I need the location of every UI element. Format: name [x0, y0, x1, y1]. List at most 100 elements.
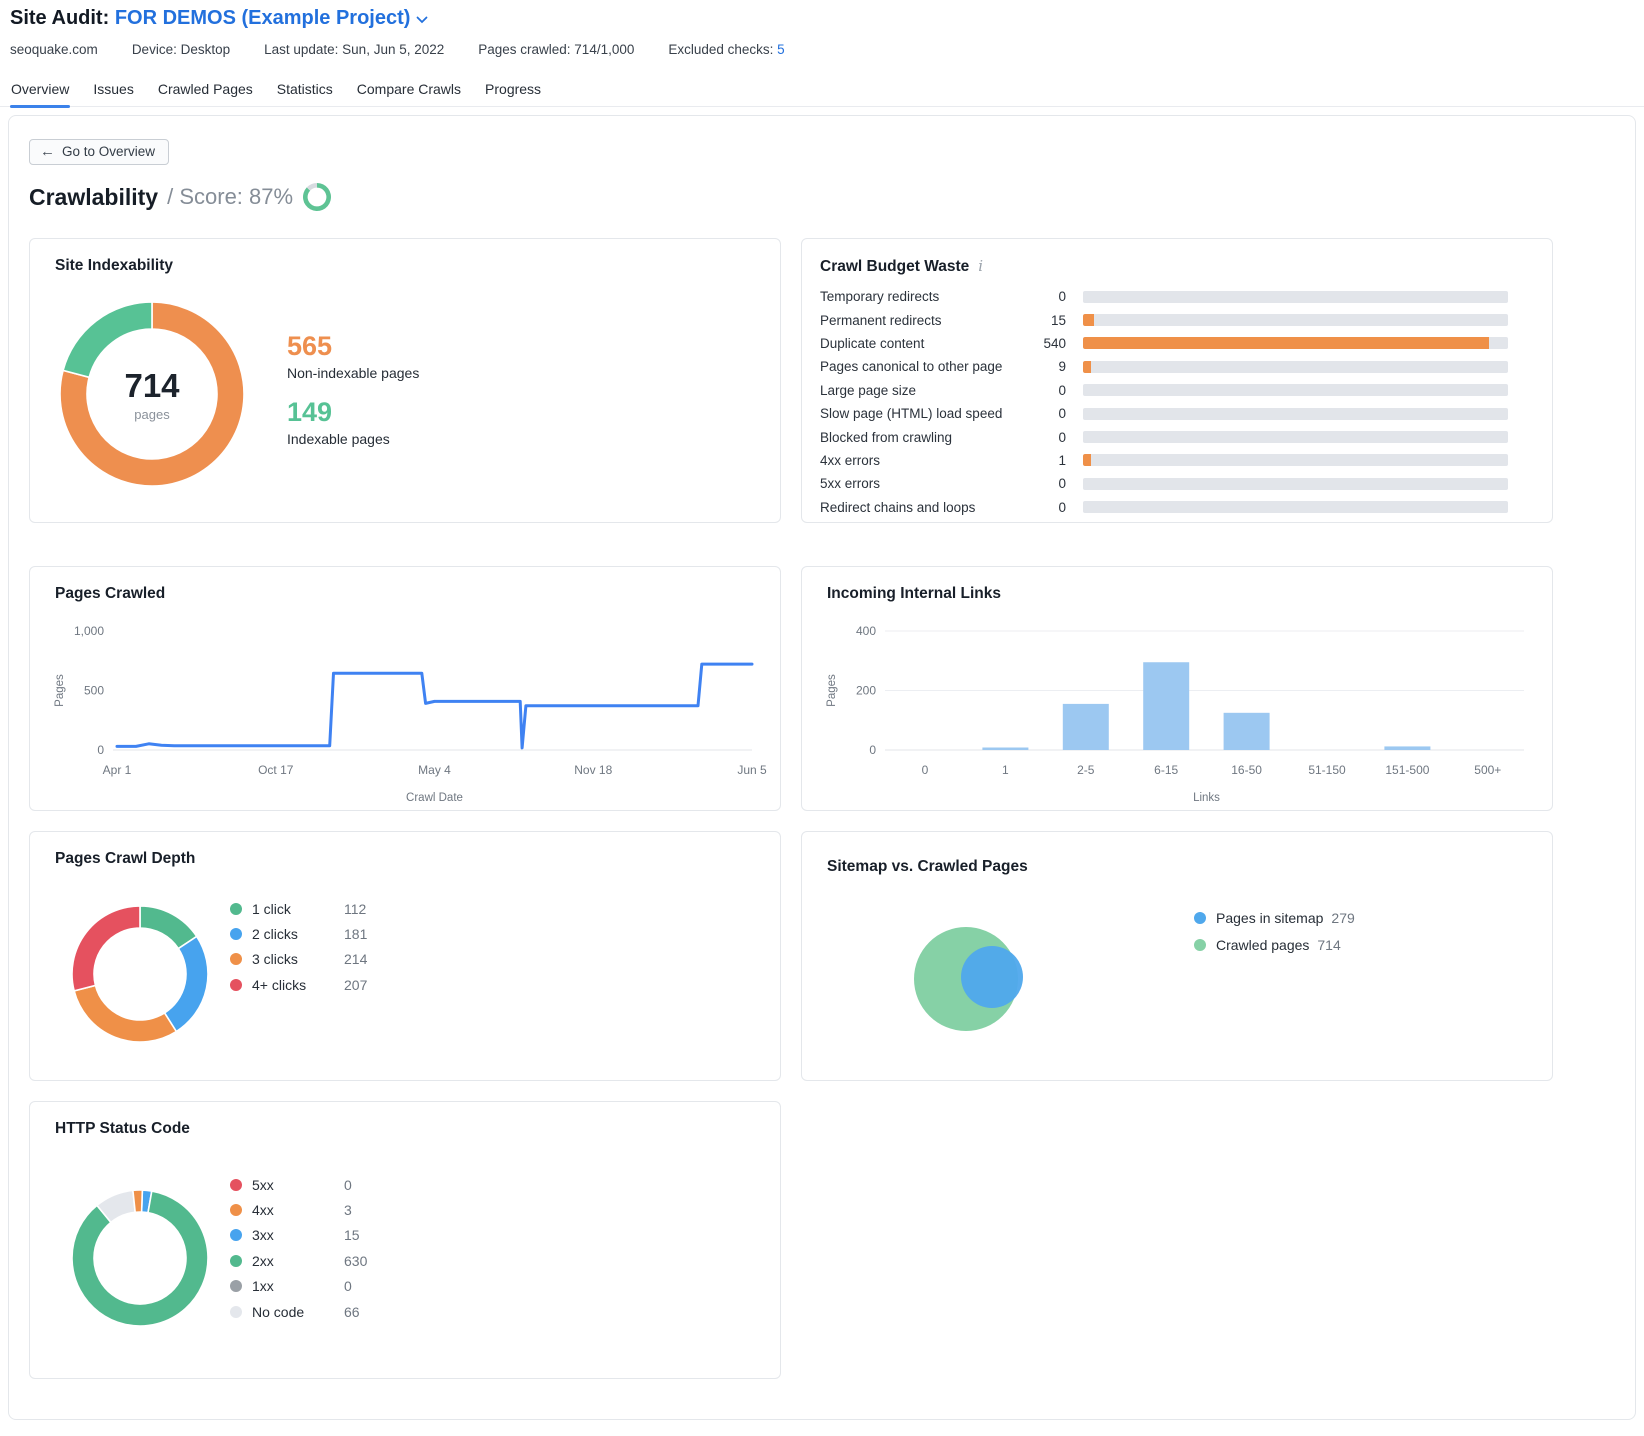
non-indexable-count[interactable]: 565: [287, 331, 419, 362]
score-label: / Score: 87%: [167, 184, 293, 210]
excluded-checks-link[interactable]: 5: [777, 42, 785, 57]
budget-row-label[interactable]: 4xx errors: [820, 453, 1020, 468]
donut-segment-2-clicks: [165, 936, 208, 1031]
budget-row: Blocked from crawling0: [820, 425, 1508, 448]
tab-crawled-pages[interactable]: Crawled Pages: [157, 76, 254, 106]
budget-row: 4xx errors1: [820, 449, 1508, 472]
donut-segment-4+-clicks: [72, 906, 140, 991]
budget-row-value: 0: [1020, 383, 1066, 398]
budget-row-value: 540: [1020, 336, 1066, 351]
budget-row-bar-fill: [1083, 337, 1489, 349]
legend-item-5xx[interactable]: 5xx0: [230, 1172, 367, 1197]
legend-item-value: 0: [344, 1177, 352, 1193]
meta-item-0: seoquake.com: [10, 42, 98, 57]
tab-bar: Overview Issues Crawled Pages Statistics Com…: [0, 76, 1644, 107]
svg-text:500: 500: [84, 684, 104, 698]
legend-item-4+-clicks[interactable]: 4+ clicks207: [230, 972, 367, 997]
legend-item-3-clicks[interactable]: 3 clicks214: [230, 947, 367, 972]
go-to-overview-button[interactable]: ← Go to Overview: [29, 139, 169, 165]
budget-row-label[interactable]: Redirect chains and loops: [820, 500, 1020, 515]
venn-pages-in-sitemap-circle: [961, 946, 1023, 1008]
budget-row-label[interactable]: Large page size: [820, 383, 1020, 398]
app-title: Site Audit: FOR DEMOS (Example Project): [10, 7, 428, 30]
legend-dot: [230, 1255, 242, 1267]
crawl-depth-donut-chart: [60, 894, 220, 1054]
card-pages-crawled: Pages Crawled 05001,000Crawl DatePagesAp…: [29, 566, 781, 811]
svg-text:400: 400: [856, 624, 876, 638]
svg-text:500+: 500+: [1474, 763, 1501, 777]
budget-row: Slow page (HTML) load speed0: [820, 402, 1508, 425]
budget-row: 5xx errors0: [820, 472, 1508, 495]
donut-segment-4xx: [133, 1190, 142, 1212]
site-audit-screen: Site Audit: FOR DEMOS (Example Project) …: [0, 0, 1644, 1436]
info-icon[interactable]: i: [978, 257, 983, 275]
legend-dot: [230, 1204, 242, 1216]
svg-text:Jun 5: Jun 5: [737, 763, 767, 777]
legend-item-crawled-pages[interactable]: Crawled pages 714: [1194, 931, 1355, 958]
app-title-prefix: Site Audit:: [10, 7, 109, 29]
tab-overview[interactable]: Overview: [10, 76, 70, 106]
legend-item-label: 2xx: [252, 1253, 344, 1269]
svg-text:Apr 1: Apr 1: [103, 763, 132, 777]
tab-progress[interactable]: Progress: [484, 76, 542, 106]
svg-text:Pages: Pages: [826, 674, 838, 707]
legend-item-1-click[interactable]: 1 click112: [230, 896, 367, 921]
svg-text:0: 0: [97, 743, 104, 757]
legend-item-1xx[interactable]: 1xx0: [230, 1274, 367, 1299]
legend-item-2-clicks[interactable]: 2 clicks181: [230, 921, 367, 946]
legend-item-label: Crawled pages: [1216, 937, 1309, 953]
legend-item-2xx[interactable]: 2xx630: [230, 1248, 367, 1273]
crawl-budget-rows: Temporary redirects0Permanent redirects1…: [820, 285, 1508, 519]
card-pages-crawl-depth: Pages Crawl Depth 1 click1122 clicks1813…: [29, 831, 781, 1081]
card-sitemap-vs-crawled: Sitemap vs. Crawled Pages Pages in sitem…: [801, 831, 1553, 1081]
meta-item-1: Device: Desktop: [132, 42, 230, 57]
budget-row-label[interactable]: 5xx errors: [820, 476, 1020, 491]
legend-item-3xx[interactable]: 3xx15: [230, 1223, 367, 1248]
budget-row-value: 0: [1020, 406, 1066, 421]
budget-row-label[interactable]: Slow page (HTML) load speed: [820, 406, 1020, 421]
non-indexable-label: Non-indexable pages: [287, 365, 419, 381]
card-title: Pages Crawl Depth: [55, 850, 195, 868]
legend-item-pages-in-sitemap[interactable]: Pages in sitemap279: [1194, 904, 1355, 931]
legend-dot: [1194, 912, 1206, 924]
project-selector[interactable]: FOR DEMOS (Example Project): [115, 7, 411, 29]
legend-item-label: 1xx: [252, 1278, 344, 1294]
budget-row-bar: [1083, 291, 1508, 303]
legend-item-4xx[interactable]: 4xx3: [230, 1197, 367, 1222]
tab-compare-crawls[interactable]: Compare Crawls: [356, 76, 462, 106]
http-status-donut-chart: [60, 1178, 220, 1338]
budget-row: Redirect chains and loops0: [820, 496, 1508, 519]
pages-crawled-line-chart: 05001,000Crawl DatePagesApr 1Oct 17May 4…: [30, 567, 782, 812]
budget-row-label[interactable]: Blocked from crawling: [820, 430, 1020, 445]
budget-row-bar: [1083, 361, 1508, 373]
svg-text:Oct 17: Oct 17: [258, 763, 294, 777]
tab-issues[interactable]: Issues: [92, 76, 134, 106]
legend-item-label: 1 click: [252, 901, 344, 917]
legend-item-value: 0: [344, 1278, 352, 1294]
indexable-count[interactable]: 149: [287, 397, 419, 428]
card-title: Sitemap vs. Crawled Pages: [827, 858, 1028, 876]
budget-row-label[interactable]: Pages canonical to other page: [820, 359, 1020, 374]
legend-item-label: 4xx: [252, 1202, 344, 1218]
budget-row-value: 9: [1020, 359, 1066, 374]
legend-dot: [230, 903, 242, 915]
legend-item-label: 5xx: [252, 1177, 344, 1193]
content-panel: ← Go to Overview Crawlability / Score: 8…: [8, 115, 1636, 1420]
donut-segment-3-clicks: [74, 985, 176, 1042]
legend-item-value: 714: [1317, 937, 1340, 953]
chevron-down-icon[interactable]: [416, 7, 428, 30]
budget-row: Large page size0: [820, 379, 1508, 402]
budget-row-label[interactable]: Temporary redirects: [820, 289, 1020, 304]
legend-item-no-code[interactable]: No code66: [230, 1299, 367, 1324]
budget-row-label[interactable]: Permanent redirects: [820, 313, 1020, 328]
budget-row-bar-fill: [1083, 454, 1091, 466]
svg-text:1: 1: [1002, 763, 1009, 777]
svg-text:Links: Links: [1193, 792, 1220, 804]
indexability-donut-chart: [59, 301, 245, 487]
card-title: HTTP Status Code: [55, 1120, 190, 1138]
http-status-legend: 5xx04xx33xx152xx6301xx0No code66: [230, 1172, 367, 1324]
svg-text:Crawl Date: Crawl Date: [406, 792, 463, 804]
budget-row-bar: [1083, 337, 1508, 349]
tab-statistics[interactable]: Statistics: [276, 76, 334, 106]
budget-row-label[interactable]: Duplicate content: [820, 336, 1020, 351]
